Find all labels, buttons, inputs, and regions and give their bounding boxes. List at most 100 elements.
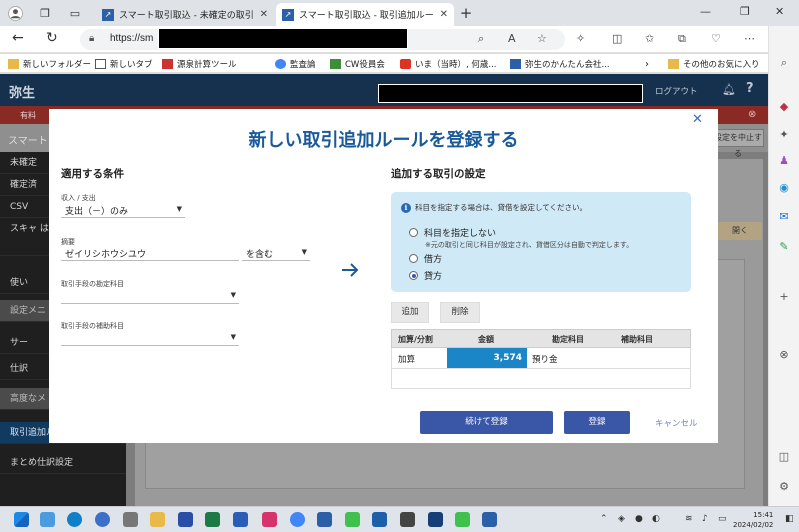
app-icon[interactable] xyxy=(123,512,138,527)
sub-account-select[interactable]: ▼ xyxy=(61,331,239,346)
chrome-icon[interactable] xyxy=(290,512,305,527)
delete-row-button[interactable]: 削除 xyxy=(440,302,480,323)
edge-icon[interactable] xyxy=(67,512,82,527)
close-modal-icon[interactable]: ✕ xyxy=(692,112,703,127)
close-banner-icon[interactable]: ⊗ xyxy=(748,109,756,120)
tray-app-icon[interactable]: ◐ xyxy=(652,514,660,524)
bookmark-age-calc[interactable]: いま（当時）, 何歳... xyxy=(400,57,497,71)
volume-icon[interactable]: ♪ xyxy=(702,514,708,524)
cancel-link[interactable]: キャンセル xyxy=(655,417,698,429)
radio-debit[interactable]: 借方 xyxy=(409,252,442,265)
bookmark-withholding-tool[interactable]: 源泉計算ツール xyxy=(162,57,237,71)
radio-no-account[interactable]: 科目を指定しない xyxy=(409,226,496,239)
zoom-icon[interactable]: ⌕ xyxy=(478,32,484,46)
bookmark-new-tab[interactable]: 新しいタブ xyxy=(95,57,153,71)
windows-start-icon[interactable] xyxy=(14,512,29,527)
app-icon[interactable] xyxy=(95,512,110,527)
shopping-icon[interactable]: ◆ xyxy=(777,100,791,114)
bookmark-new-folder[interactable]: 新しいフォルダー xyxy=(8,57,91,71)
close-window-icon[interactable]: ✕ xyxy=(775,5,784,18)
search-icon[interactable]: ⌕ xyxy=(777,56,791,70)
open-button[interactable]: 開く xyxy=(718,222,762,240)
bell-icon[interactable]: 🔔︎ xyxy=(722,83,736,96)
restore-icon[interactable]: ❐ xyxy=(740,5,750,18)
close-tab-icon[interactable]: ✕ xyxy=(260,9,268,20)
register-button[interactable]: 登録 xyxy=(564,411,630,434)
add-row-button[interactable]: 追加 xyxy=(391,302,429,323)
bookmark-yayoi[interactable]: 弥生のかんたん会社... xyxy=(510,57,610,71)
line-icon[interactable] xyxy=(455,512,470,527)
performance-icon[interactable]: ♡ xyxy=(711,32,721,45)
read-aloud-icon[interactable]: A xyxy=(508,32,516,45)
continue-register-button[interactable]: 続けて登録 xyxy=(420,411,553,434)
tab-rule-register[interactable]: ↗ スマート取引取込 - 取引追加ルール登録 ✕ xyxy=(276,3,454,26)
excel-icon[interactable] xyxy=(205,512,220,527)
tab-unconfirmed[interactable]: ↗ スマート取引取込 - 未確定の取引 ✕ xyxy=(96,3,274,26)
battery-icon[interactable]: ▭ xyxy=(718,514,727,524)
add-sidebar-app-icon[interactable]: + xyxy=(777,290,791,304)
logout-link[interactable]: ログアウト xyxy=(655,85,698,97)
bookmark-audit[interactable]: 監査論 xyxy=(275,57,316,71)
cell-amount[interactable]: 3,574 xyxy=(447,348,527,368)
outlook-icon[interactable]: ✉ xyxy=(777,210,791,224)
cancel-setup-button[interactable]: 設定を中止する xyxy=(712,129,764,158)
app-icon[interactable] xyxy=(262,512,277,527)
favorite-star-icon[interactable]: ☆ xyxy=(537,32,547,45)
tab-actions-icon[interactable]: ▭ xyxy=(66,4,84,22)
profile-icon[interactable] xyxy=(6,4,24,22)
split-screen-icon[interactable]: ◫ xyxy=(612,32,622,45)
favorites-icon[interactable]: ✩ xyxy=(645,32,654,45)
mail-icon[interactable] xyxy=(372,512,387,527)
table-row-empty xyxy=(391,369,691,389)
wifi-icon[interactable]: ≋ xyxy=(685,514,693,524)
summary-input[interactable]: ゼイリシホウシユウ xyxy=(61,246,239,261)
table-row[interactable]: 加算 3,574 預り金 xyxy=(391,348,691,369)
match-type-select[interactable]: を含む ▼ xyxy=(242,246,310,261)
cell-account[interactable]: 預り金 xyxy=(532,353,558,365)
designer-icon[interactable]: ✎ xyxy=(777,240,791,254)
bookmark-other-favorites[interactable]: その他のお気に入り xyxy=(668,57,760,71)
sidebar-panel-icon[interactable]: ◫ xyxy=(777,450,791,464)
clock-time: 15:41 xyxy=(753,511,774,519)
tools-icon[interactable]: ✦ xyxy=(777,128,791,142)
notification-icon[interactable]: ◧ xyxy=(785,514,794,524)
app-icon[interactable] xyxy=(400,512,415,527)
yayoi-app-icon[interactable] xyxy=(317,512,332,527)
settings-more-icon[interactable]: ⋯ xyxy=(744,32,755,45)
sidebar-settings-icon[interactable]: ⚙ xyxy=(777,480,791,494)
word-icon[interactable] xyxy=(233,512,248,527)
games-icon[interactable]: ♟ xyxy=(777,154,791,168)
back-icon[interactable]: ← xyxy=(12,30,24,46)
explorer-icon[interactable] xyxy=(150,512,165,527)
office-icon[interactable]: ◉ xyxy=(777,181,791,195)
bookmark-cw-board[interactable]: CW役員会 xyxy=(330,57,385,71)
refresh-icon[interactable]: ↻ xyxy=(46,30,58,46)
app-icon[interactable] xyxy=(178,512,193,527)
line-icon[interactable] xyxy=(345,512,360,527)
info-text: 科目を指定する場合は、貸借を設定してください。 xyxy=(415,203,588,212)
nav-item[interactable]: まとめ仕訳設定 xyxy=(0,452,126,474)
radio-credit[interactable]: 貸方 xyxy=(409,269,442,282)
column-header: 勘定科目 xyxy=(552,335,584,344)
help-icon[interactable]: ? xyxy=(746,81,754,96)
tray-chevron-icon[interactable]: ⌃ xyxy=(600,514,608,524)
app-icon[interactable] xyxy=(428,512,443,527)
tray-app-icon[interactable]: ● xyxy=(635,514,643,524)
widgets-icon[interactable] xyxy=(40,512,55,527)
close-tab-icon[interactable]: ✕ xyxy=(440,9,448,20)
select-value: 支出（－）のみ xyxy=(65,207,129,217)
collections-icon[interactable]: ⧉ xyxy=(678,32,686,46)
minimize-icon[interactable]: — xyxy=(700,5,711,18)
clock[interactable]: 15:41 2024/02/02 xyxy=(733,510,773,530)
yayoi-app-icon[interactable] xyxy=(482,512,497,527)
income-expense-select[interactable]: 支出（－）のみ ▼ xyxy=(61,203,185,218)
extensions-icon[interactable]: ✧ xyxy=(576,32,585,45)
account-select[interactable]: ▼ xyxy=(61,289,239,304)
chevron-right-icon[interactable]: › xyxy=(645,57,649,71)
dropbox-icon[interactable]: ◈ xyxy=(618,514,625,524)
new-tab-button[interactable]: + xyxy=(457,4,475,22)
workspaces-icon[interactable]: ❐ xyxy=(36,4,54,22)
folder-icon xyxy=(668,59,679,69)
caret-down-icon: ▼ xyxy=(230,333,236,341)
close-sidebar-icon[interactable]: ⊗ xyxy=(777,348,791,362)
